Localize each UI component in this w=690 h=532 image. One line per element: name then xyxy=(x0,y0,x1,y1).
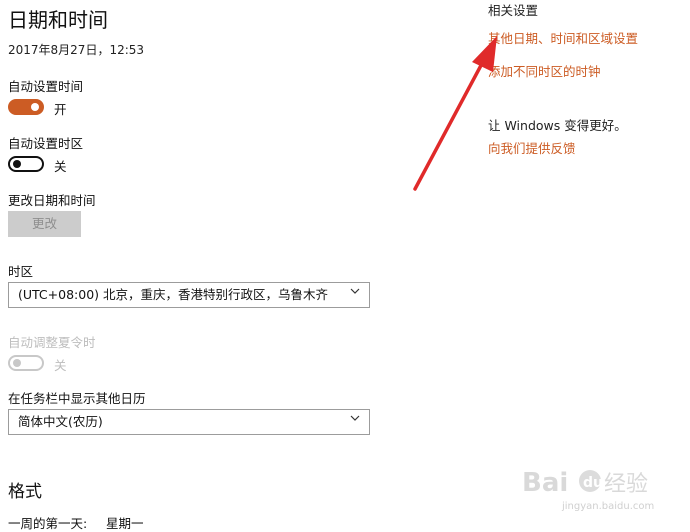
dst-toggle[interactable] xyxy=(8,355,44,371)
timezone-select[interactable]: (UTC+08:00) 北京，重庆，香港特别行政区，乌鲁木齐 xyxy=(8,282,370,308)
baidu-watermark-logo: Bai du 经验 jingyan.baidu.com xyxy=(522,468,654,512)
calendar-select[interactable]: 简体中文(农历) xyxy=(8,409,370,435)
timezone-label: 时区 xyxy=(8,264,34,279)
calendar-value: 简体中文(农历) xyxy=(18,414,103,429)
toggle-knob xyxy=(13,359,21,367)
calendar-label: 在任务栏中显示其他日历 xyxy=(8,391,146,406)
chevron-down-icon xyxy=(350,288,360,294)
first-day-label: 一周的第一天: xyxy=(8,516,88,531)
chevron-down-icon xyxy=(350,415,360,421)
page-title: 日期和时间 xyxy=(8,8,108,32)
svg-text:jingyan.baidu.com: jingyan.baidu.com xyxy=(561,501,654,512)
related-settings-heading: 相关设置 xyxy=(488,3,539,18)
dst-label: 自动调整夏令时 xyxy=(8,335,96,350)
auto-timezone-toggle[interactable] xyxy=(8,156,44,172)
add-clocks-link[interactable]: 添加不同时区的时钟 xyxy=(488,61,601,80)
svg-text:du: du xyxy=(583,475,603,491)
format-heading: 格式 xyxy=(8,482,42,502)
auto-timezone-state: 关 xyxy=(54,159,67,174)
auto-time-toggle[interactable] xyxy=(8,99,44,115)
regional-settings-link[interactable]: 其他日期、时间和区域设置 xyxy=(488,28,638,47)
auto-time-label: 自动设置时间 xyxy=(8,79,84,94)
feedback-heading: 让 Windows 变得更好。 xyxy=(488,118,627,133)
toggle-knob xyxy=(13,160,21,168)
svg-text:Bai: Bai xyxy=(522,468,568,498)
auto-time-state: 开 xyxy=(54,102,67,117)
current-datetime: 2017年8月27日，12:53 xyxy=(8,43,145,57)
change-button[interactable]: 更改 xyxy=(8,211,81,237)
dst-state: 关 xyxy=(54,358,67,373)
change-datetime-label: 更改日期和时间 xyxy=(8,193,96,208)
feedback-link[interactable]: 向我们提供反馈 xyxy=(488,138,576,157)
timezone-value: (UTC+08:00) 北京，重庆，香港特别行政区，乌鲁木齐 xyxy=(18,287,329,302)
toggle-knob xyxy=(31,103,39,111)
first-day-value: 星期一 xyxy=(106,516,144,531)
auto-timezone-label: 自动设置时区 xyxy=(8,136,84,151)
svg-text:经验: 经验 xyxy=(604,472,648,497)
